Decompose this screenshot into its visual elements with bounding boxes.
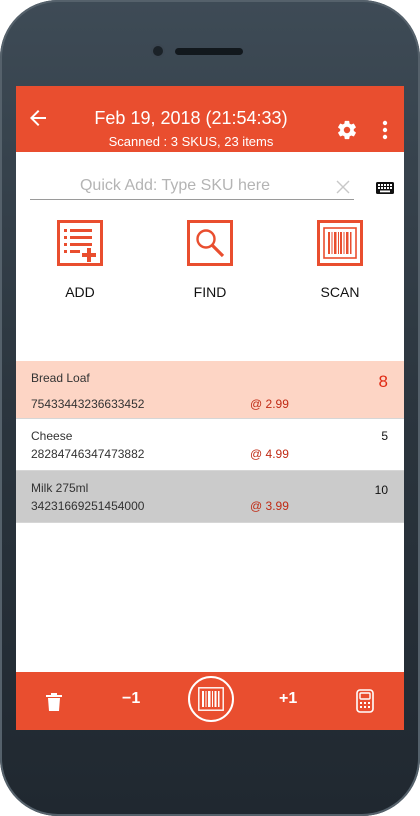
item-sku: 34231669251454000 — [31, 499, 145, 513]
item-quantity: 5 — [381, 429, 388, 443]
bottom-action-bar: −1 +1 — [16, 672, 404, 730]
item-price: @ 2.99 — [250, 397, 289, 411]
list-item-milk[interactable]: Milk 275ml 34231669251454000 @ 3.99 10 — [16, 471, 404, 523]
item-name: Cheese — [31, 429, 73, 443]
item-price: @ 4.99 — [250, 447, 289, 461]
trash-icon[interactable] — [46, 693, 62, 711]
find-button[interactable]: FIND — [170, 220, 250, 310]
list-item-cheese[interactable]: Cheese 28284746347473882 @ 4.99 5 — [16, 419, 404, 471]
calculator-icon[interactable] — [356, 689, 374, 713]
item-quantity: 10 — [374, 483, 388, 497]
scan-button[interactable]: SCAN — [300, 220, 380, 310]
find-label: FIND — [193, 284, 227, 300]
phone-frame: Feb 19, 2018 (21:54:33) Scanned : 3 SKUS… — [0, 0, 420, 816]
quick-add-field — [30, 174, 354, 200]
barcode-scan-icon — [317, 220, 363, 266]
increment-button[interactable]: +1 — [279, 690, 297, 708]
list-item-bread-loaf[interactable]: Bread Loaf 75433443236633452 @ 2.99 8 — [16, 361, 404, 419]
add-button[interactable]: ADD — [40, 220, 120, 310]
app-header: Feb 19, 2018 (21:54:33) Scanned : 3 SKUS… — [16, 86, 404, 152]
speaker-grille — [175, 48, 243, 55]
scan-label: SCAN — [320, 284, 360, 300]
scanned-items-list: Bread Loaf 75433443236633452 @ 2.99 8 Ch… — [16, 361, 404, 523]
item-name: Bread Loaf — [31, 371, 90, 385]
clear-icon[interactable] — [336, 180, 350, 194]
item-price: @ 3.99 — [250, 499, 289, 513]
item-quantity: 8 — [378, 372, 388, 391]
scan-summary: Scanned : 3 SKUS, 23 items — [108, 134, 274, 149]
sku-input[interactable] — [30, 174, 320, 198]
find-magnifier-icon — [187, 220, 233, 266]
item-name: Milk 275ml — [31, 481, 89, 495]
page-title: Feb 19, 2018 (21:54:33) — [94, 108, 288, 128]
camera-icon — [153, 46, 163, 56]
add-list-icon — [57, 220, 103, 266]
barcode-scan-icon — [198, 687, 224, 711]
item-sku: 28284746347473882 — [31, 447, 145, 461]
add-label: ADD — [65, 284, 95, 300]
gear-icon[interactable] — [336, 119, 358, 141]
decrement-button[interactable]: −1 — [122, 690, 140, 708]
keyboard-icon[interactable] — [376, 182, 394, 194]
scan-barcode-button[interactable] — [188, 676, 234, 722]
app-screen: Feb 19, 2018 (21:54:33) Scanned : 3 SKUS… — [16, 86, 404, 730]
item-sku: 75433443236633452 — [31, 397, 145, 411]
back-arrow-icon[interactable] — [26, 106, 50, 130]
more-vert-icon[interactable] — [382, 120, 388, 140]
